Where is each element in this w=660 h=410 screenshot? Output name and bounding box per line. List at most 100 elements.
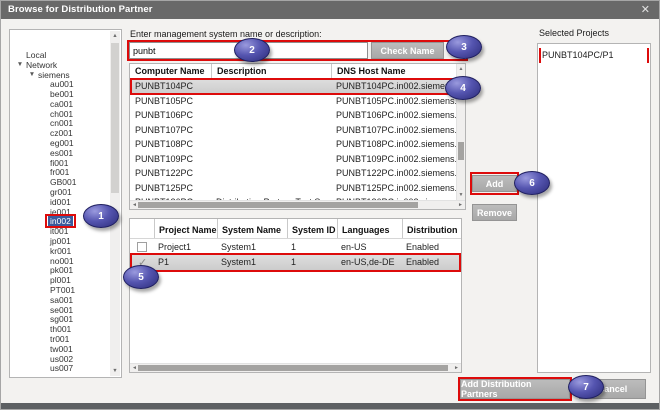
tree-item[interactable]: ▼ no001 bbox=[10, 256, 110, 266]
column-languages[interactable]: Languages bbox=[337, 219, 402, 238]
scroll-right-icon[interactable]: ► bbox=[458, 202, 463, 208]
tree-item-label: no001 bbox=[48, 256, 76, 266]
column-description[interactable]: Description bbox=[211, 64, 331, 78]
computer-row[interactable]: PUNBT109PC PUNBT109PC.in002.siemens.ne bbox=[130, 152, 456, 167]
tree-item[interactable]: ▼ kr001 bbox=[10, 246, 110, 256]
distribution-cell: Enabled bbox=[402, 242, 461, 252]
computer-row[interactable]: PUNBT105PC PUNBT105PC.in002.siemens.ne bbox=[130, 94, 456, 109]
computer-row[interactable]: PUNBT125PC PUNBT125PC.in002.siemens.ne bbox=[130, 181, 456, 196]
computer-name-cell: PUNBT108PC bbox=[130, 137, 211, 152]
dns-host-cell: PUNBT109PC.in002.siemens.ne bbox=[331, 152, 456, 167]
computer-row[interactable]: PUNBT108PC PUNBT108PC.in002.siemens.ne bbox=[130, 137, 456, 152]
tree-item[interactable]: ▼ th001 bbox=[10, 324, 110, 334]
tree-item-label: ch001 bbox=[48, 109, 75, 119]
project-name-cell: P1 bbox=[154, 257, 217, 267]
tree-item[interactable]: ▼ be001 bbox=[10, 89, 110, 99]
tree-item[interactable]: ▼ pk001 bbox=[10, 266, 110, 276]
scroll-up-icon[interactable]: ▲ bbox=[110, 33, 120, 39]
expand-arrow-icon[interactable]: ▼ bbox=[16, 61, 24, 68]
tree-item[interactable]: ▼ Network bbox=[10, 60, 110, 70]
scrollbar-thumb[interactable] bbox=[138, 365, 448, 371]
column-system-id[interactable]: System ID bbox=[287, 219, 337, 238]
dns-host-cell: PUNBT104PC.in002.siemens.ne bbox=[331, 79, 456, 94]
project-checkbox-icon[interactable] bbox=[137, 242, 147, 252]
tree-item[interactable]: ▼ sg001 bbox=[10, 315, 110, 325]
computers-horizontal-scrollbar[interactable]: ◄ ► bbox=[130, 200, 465, 209]
tree-item[interactable]: ▼ fr001 bbox=[10, 168, 110, 178]
tree-item[interactable]: ▼ GB001 bbox=[10, 177, 110, 187]
tree-item[interactable]: ▼ cn001 bbox=[10, 119, 110, 129]
tree-item-label: jp001 bbox=[48, 236, 73, 246]
callout-number: 6 bbox=[529, 178, 535, 189]
scroll-right-icon[interactable]: ► bbox=[454, 365, 459, 371]
tree-item[interactable]: ▼ se001 bbox=[10, 305, 110, 315]
column-project-name[interactable]: Project Name bbox=[154, 219, 217, 238]
tree-item-label: es001 bbox=[48, 148, 75, 158]
scrollbar-thumb[interactable] bbox=[111, 43, 119, 193]
column-computer-name[interactable]: Computer Name bbox=[130, 64, 211, 78]
computer-row[interactable]: PUNBT122PC PUNBT122PC.in002.siemens.ne bbox=[130, 166, 456, 181]
add-distribution-partners-button[interactable]: Add Distribution Partners bbox=[460, 379, 570, 399]
scroll-left-icon[interactable]: ◄ bbox=[132, 202, 137, 208]
tree-item[interactable]: ▼ fi001 bbox=[10, 158, 110, 168]
scrollbar-thumb[interactable] bbox=[138, 202, 418, 208]
management-system-label: Enter management system name or descript… bbox=[130, 29, 322, 39]
checkbox-cell bbox=[130, 242, 154, 252]
tree-item[interactable]: ▼ jp001 bbox=[10, 236, 110, 246]
column-distribution[interactable]: Distribution bbox=[402, 219, 461, 238]
tree-item[interactable]: ▼ eg001 bbox=[10, 138, 110, 148]
scroll-left-icon[interactable]: ◄ bbox=[132, 365, 137, 371]
tree-item-label: kr001 bbox=[48, 246, 73, 256]
tree-item[interactable]: ▼ pl001 bbox=[10, 275, 110, 285]
tree-item[interactable]: ▼ PT001 bbox=[10, 285, 110, 295]
remove-button[interactable]: Remove bbox=[472, 204, 517, 221]
scrollbar-thumb[interactable] bbox=[458, 142, 464, 160]
scroll-down-icon[interactable]: ▼ bbox=[457, 192, 465, 198]
tree-item-label: GB001 bbox=[48, 177, 78, 187]
callout-balloon: 7 bbox=[568, 375, 604, 399]
tree-item[interactable]: ▼ tw001 bbox=[10, 344, 110, 354]
tree-item[interactable]: ▼ us002 bbox=[10, 354, 110, 364]
description-cell bbox=[211, 181, 331, 196]
callout-balloon: 5 bbox=[123, 265, 159, 289]
selected-project-item[interactable]: PUNBT104PC/P1 bbox=[538, 48, 650, 63]
expand-arrow-icon[interactable]: ▼ bbox=[28, 71, 36, 78]
callout-balloon: 3 bbox=[446, 35, 482, 59]
tree-item-label: tr001 bbox=[48, 334, 71, 344]
computer-row[interactable]: PUNBT107PC PUNBT107PC.in002.siemens.ne bbox=[130, 123, 456, 138]
column-system-name[interactable]: System Name bbox=[217, 219, 287, 238]
close-icon[interactable]: ✕ bbox=[641, 3, 650, 16]
tree-item[interactable]: ▼ Local bbox=[10, 50, 110, 60]
projects-horizontal-scrollbar[interactable]: ◄ ► bbox=[130, 363, 461, 372]
project-row[interactable]: Project1 System1 1 en-US Enabled bbox=[130, 239, 461, 255]
tree-item[interactable]: ▼ au001 bbox=[10, 79, 110, 89]
tree-item[interactable]: ▼ sa001 bbox=[10, 295, 110, 305]
tree-item-label: us007 bbox=[48, 363, 75, 373]
tree-scrollbar[interactable]: ▲ ▼ bbox=[110, 31, 120, 376]
scroll-up-icon[interactable]: ▲ bbox=[457, 66, 465, 72]
tree-item[interactable]: ▼ us007 bbox=[10, 364, 110, 374]
scroll-down-icon[interactable]: ▼ bbox=[110, 368, 120, 374]
check-name-button[interactable]: Check Name bbox=[371, 42, 444, 59]
tree-item[interactable]: ▼ gr001 bbox=[10, 187, 110, 197]
project-row[interactable]: P1 System1 1 en-US,de-DE Enabled bbox=[130, 255, 461, 271]
tree-item-label: us002 bbox=[48, 354, 75, 364]
dns-host-cell: PUNBT125PC.in002.siemens.ne bbox=[331, 181, 456, 196]
computer-row[interactable]: PUNBT106PC PUNBT106PC.in002.siemens.ne bbox=[130, 108, 456, 123]
dns-host-cell: PUNBT105PC.in002.siemens.ne bbox=[331, 94, 456, 109]
tree-item-label: siemens bbox=[36, 70, 72, 80]
tree-item-label: PT001 bbox=[48, 285, 77, 295]
add-button[interactable]: Add bbox=[472, 175, 517, 192]
languages-cell: en-US,de-DE bbox=[337, 257, 402, 267]
tree-item[interactable]: ▼ cz001 bbox=[10, 128, 110, 138]
callout-balloon: 6 bbox=[514, 171, 550, 195]
tree-item[interactable]: ▼ ch001 bbox=[10, 109, 110, 119]
tree-item[interactable]: ▼ siemens bbox=[10, 70, 110, 80]
tree-item[interactable]: ▼ ca001 bbox=[10, 99, 110, 109]
tree-item-label: id001 bbox=[48, 197, 73, 207]
computer-row[interactable]: PUNBT104PC PUNBT104PC.in002.siemens.ne bbox=[130, 79, 456, 94]
tree-item[interactable]: ▼ es001 bbox=[10, 148, 110, 158]
projects-table-header: Project Name System Name System ID Langu… bbox=[130, 219, 461, 239]
tree-item[interactable]: ▼ tr001 bbox=[10, 334, 110, 344]
column-dns-host-name[interactable]: DNS Host Name bbox=[331, 64, 456, 78]
